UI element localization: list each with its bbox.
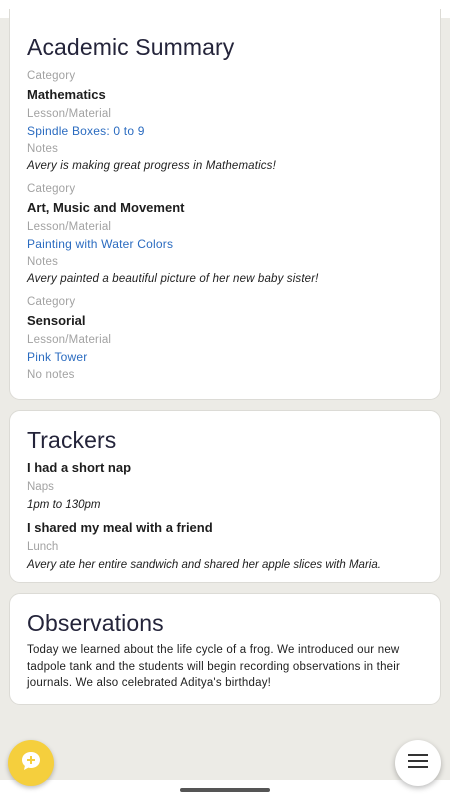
academic-summary-title: Academic Summary <box>27 34 235 60</box>
lesson-link[interactable]: Pink Tower <box>27 349 423 366</box>
chat-add-icon <box>19 749 43 778</box>
trackers-card: Trackers I had a short nap Naps 1pm to 1… <box>9 410 441 583</box>
summary-entry: Category Mathematics Lesson/Material Spi… <box>27 68 423 174</box>
menu-icon <box>408 753 428 773</box>
category-value: Mathematics <box>27 87 106 102</box>
lesson-link[interactable]: Painting with Water Colors <box>27 236 423 253</box>
tracker-note: 1pm to 130pm <box>27 499 101 511</box>
category-label: Category <box>27 183 76 195</box>
summary-list: Category Mathematics Lesson/Material Spi… <box>27 68 423 383</box>
tracker-type: Lunch <box>27 541 59 553</box>
trackers-title: Trackers <box>27 427 117 453</box>
summary-entry: Category Art, Music and Movement Lesson/… <box>27 181 423 287</box>
academic-summary-card: Academic Summary Category Mathematics Le… <box>9 9 441 400</box>
lesson-label: Lesson/Material <box>27 221 112 233</box>
notes-label: Notes <box>27 256 59 268</box>
summary-entry: Category Sensorial Lesson/Material Pink … <box>27 294 423 383</box>
menu-button[interactable] <box>395 740 441 786</box>
add-message-button[interactable] <box>8 740 54 786</box>
tracker-item: I had a short nap Naps 1pm to 130pm <box>27 459 423 513</box>
observations-card: Observations Today we learned about the … <box>9 593 441 705</box>
category-label: Category <box>27 296 76 308</box>
notes-text: Avery is making great progress in Mathem… <box>27 160 276 172</box>
category-label: Category <box>27 70 76 82</box>
no-notes-text: No notes <box>27 369 75 381</box>
category-value: Art, Music and Movement <box>27 200 185 215</box>
tracker-title: I shared my meal with a friend <box>27 520 213 535</box>
tracker-type: Naps <box>27 481 54 493</box>
lesson-label: Lesson/Material <box>27 334 112 346</box>
tracker-title: I had a short nap <box>27 460 132 475</box>
home-indicator[interactable] <box>180 788 270 792</box>
tracker-list: I had a short nap Naps 1pm to 130pm I sh… <box>27 459 423 573</box>
observations-text: Today we learned about the life cycle of… <box>27 644 401 689</box>
notes-label: Notes <box>27 143 59 155</box>
notes-text: Avery painted a beautiful picture of her… <box>27 273 319 285</box>
tracker-item: I shared my meal with a friend Lunch Ave… <box>27 519 423 573</box>
observations-title: Observations <box>27 610 164 636</box>
lesson-label: Lesson/Material <box>27 108 112 120</box>
tracker-note: Avery ate her entire sandwich and shared… <box>27 559 381 571</box>
lesson-link[interactable]: Spindle Boxes: 0 to 9 <box>27 123 423 140</box>
category-value: Sensorial <box>27 313 86 328</box>
